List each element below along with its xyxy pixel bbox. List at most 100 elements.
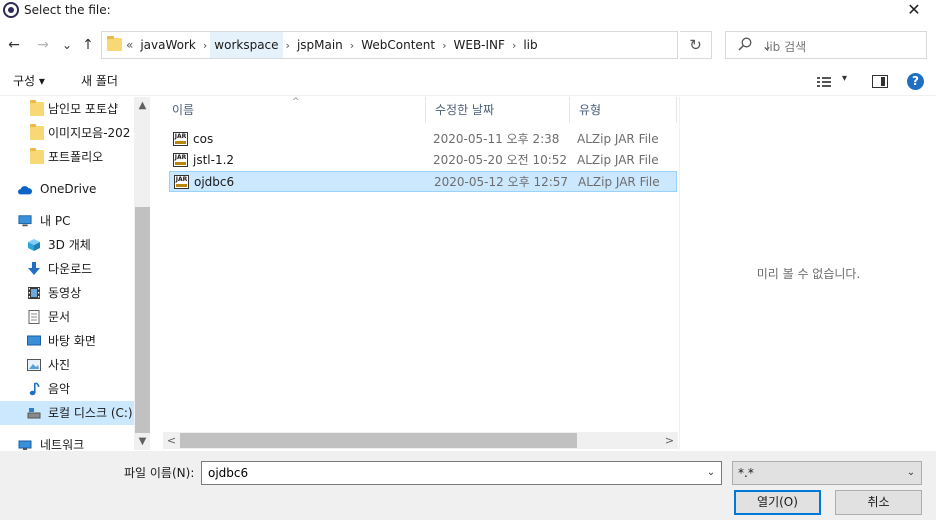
- scrollbar-thumb[interactable]: [180, 433, 577, 448]
- jar-file-icon: JAR: [173, 132, 188, 146]
- new-folder-button[interactable]: 새 폴더: [81, 73, 118, 89]
- preview-message: 미리 볼 수 없습니다.: [756, 267, 861, 281]
- scroll-up-icon[interactable]: ▲: [134, 97, 150, 114]
- help-icon[interactable]: ?: [907, 73, 924, 90]
- nav-item-downloads[interactable]: 다운로드: [0, 257, 134, 281]
- file-type-filter-value: *.*: [738, 466, 754, 480]
- nav-item-local-disk-c[interactable]: 로컬 디스크 (C:): [0, 401, 134, 425]
- file-row-cos[interactable]: JAR cos 2020-05-11 오후 2:38 ALZip JAR Fil…: [169, 129, 677, 150]
- folder-icon: [107, 36, 122, 51]
- nav-item-label: 내 PC: [40, 214, 71, 228]
- refresh-icon[interactable]: ↻: [680, 31, 712, 59]
- nav-item-this-pc[interactable]: 내 PC: [0, 209, 134, 233]
- column-header-label: 이름: [172, 103, 195, 117]
- nav-item-image-collection[interactable]: 이미지모음-202: [0, 121, 134, 145]
- music-icon: [29, 382, 40, 396]
- nav-item-pictures[interactable]: 사진: [0, 353, 134, 377]
- address-bar[interactable]: « javaWork › workspace › jspMain › WebCo…: [101, 31, 772, 59]
- file-name: ojdbc6: [194, 175, 235, 189]
- column-header-modified[interactable]: 수정한 날짜: [426, 97, 570, 123]
- close-icon[interactable]: ✕: [892, 0, 936, 22]
- file-name: jstl-1.2: [193, 153, 235, 167]
- scrollbar-thumb[interactable]: [135, 207, 150, 433]
- jar-file-icon: JAR: [173, 153, 188, 167]
- scroll-down-icon[interactable]: ▼: [134, 433, 150, 450]
- nav-item-portfolio-photoshop[interactable]: 남인모 포토샵: [0, 97, 134, 121]
- nav-item-onedrive[interactable]: OneDrive: [0, 177, 134, 201]
- scroll-left-icon[interactable]: <: [163, 432, 180, 449]
- column-header-type[interactable]: 유형: [570, 97, 677, 123]
- filename-label: 파일 이름(N):: [124, 466, 195, 480]
- nav-item-documents[interactable]: 문서: [0, 305, 134, 329]
- preview-pane-icon[interactable]: [872, 75, 888, 88]
- title-bar: Select the file: ✕: [0, 0, 936, 22]
- chevron-down-icon[interactable]: ⌄: [903, 465, 919, 481]
- command-bar: 구성 ▾ 새 폴더 ▾ ?: [0, 68, 936, 96]
- download-icon: [28, 262, 40, 275]
- column-header-label: 수정한 날짜: [435, 103, 495, 117]
- file-row-jstl[interactable]: JAR jstl-1.2 2020-05-20 오전 10:52 ALZip J…: [169, 150, 677, 171]
- nav-item-label: 이미지모음-202: [48, 126, 131, 140]
- view-details-icon[interactable]: [817, 76, 831, 88]
- open-button[interactable]: 열기(O): [734, 490, 821, 515]
- chevron-right-icon[interactable]: ›: [283, 39, 293, 52]
- cloud-icon: [18, 186, 32, 195]
- nav-item-videos[interactable]: 동영상: [0, 281, 134, 305]
- folder-icon: [30, 100, 44, 116]
- file-modified: 2020-05-20 오전 10:52: [433, 153, 568, 167]
- filename-combobox[interactable]: ⌄: [201, 461, 722, 485]
- file-type-filter-select[interactable]: *.* ⌄: [732, 461, 922, 485]
- file-list: 이름 ^ 수정한 날짜 유형 JAR cos 2020-05-11 오후 2:3…: [163, 97, 678, 450]
- nav-item-portfolio[interactable]: 포트폴리오: [0, 145, 134, 169]
- nav-item-network[interactable]: 네트워크: [0, 433, 134, 450]
- nav-item-label: OneDrive: [40, 182, 97, 196]
- search-box[interactable]: lib 검색: [725, 31, 927, 59]
- address-row: ← → ⌄ ↑ « javaWork › workspace › jspMain…: [0, 29, 936, 61]
- folder-icon: [30, 124, 44, 140]
- chevron-right-icon[interactable]: ›: [509, 39, 519, 52]
- column-header-name[interactable]: 이름 ^: [163, 97, 426, 123]
- back-arrow-icon[interactable]: ←: [3, 35, 25, 55]
- sort-ascending-icon: ^: [292, 97, 300, 107]
- breadcrumb-jspmain[interactable]: jspMain: [293, 32, 347, 58]
- chevron-down-icon[interactable]: ⌄: [703, 465, 719, 481]
- nav-item-label: 다운로드: [48, 262, 93, 276]
- breadcrumb-workspace[interactable]: workspace: [210, 32, 283, 58]
- view-dropdown-icon[interactable]: ▾: [842, 73, 847, 84]
- document-icon: [28, 310, 40, 324]
- column-header-label: 유형: [579, 103, 602, 117]
- breadcrumb-lib[interactable]: lib: [519, 32, 541, 58]
- file-modified: 2020-05-12 오후 12:57: [434, 175, 569, 189]
- nav-item-label: 남인모 포토샵: [48, 102, 119, 116]
- breadcrumb-web-inf[interactable]: WEB-INF: [450, 32, 509, 58]
- file-list-scrollbar[interactable]: < >: [163, 432, 678, 449]
- nav-item-label: 문서: [48, 310, 71, 324]
- window-title: Select the file:: [24, 3, 111, 17]
- breadcrumb-overflow-icon[interactable]: «: [124, 38, 136, 52]
- organize-menu-button[interactable]: 구성 ▾: [13, 73, 45, 89]
- forward-arrow-icon[interactable]: →: [32, 35, 54, 55]
- nav-item-music[interactable]: 음악: [0, 377, 134, 401]
- nav-item-label: 3D 개체: [48, 238, 91, 252]
- breadcrumb-javawork[interactable]: javaWork: [136, 32, 200, 58]
- file-row-ojdbc6[interactable]: JAR ojdbc6 2020-05-12 오후 12:57 ALZip JAR…: [169, 171, 677, 192]
- cancel-button[interactable]: 취소: [835, 490, 922, 515]
- filename-input[interactable]: [202, 462, 692, 484]
- preview-pane: 미리 볼 수 없습니다.: [679, 97, 936, 450]
- scroll-right-icon[interactable]: >: [661, 432, 678, 449]
- nav-item-3d-objects[interactable]: 3D 개체: [0, 233, 134, 257]
- recent-locations-chevron-icon[interactable]: ⌄: [56, 35, 78, 55]
- chevron-right-icon[interactable]: ›: [200, 39, 210, 52]
- file-type: ALZip JAR File: [577, 132, 659, 146]
- chevron-right-icon[interactable]: ›: [347, 39, 357, 52]
- picture-icon: [27, 359, 41, 371]
- chevron-right-icon[interactable]: ›: [439, 39, 449, 52]
- drive-icon: [27, 408, 41, 419]
- nav-item-desktop[interactable]: 바탕 화면: [0, 329, 134, 353]
- network-icon: [18, 440, 32, 450]
- search-placeholder[interactable]: lib 검색: [766, 38, 806, 55]
- breadcrumb-webcontent[interactable]: WebContent: [357, 32, 439, 58]
- desktop-icon: [27, 335, 41, 346]
- nav-pane-scrollbar[interactable]: ▲ ▼: [134, 97, 150, 450]
- up-arrow-icon[interactable]: ↑: [77, 35, 99, 55]
